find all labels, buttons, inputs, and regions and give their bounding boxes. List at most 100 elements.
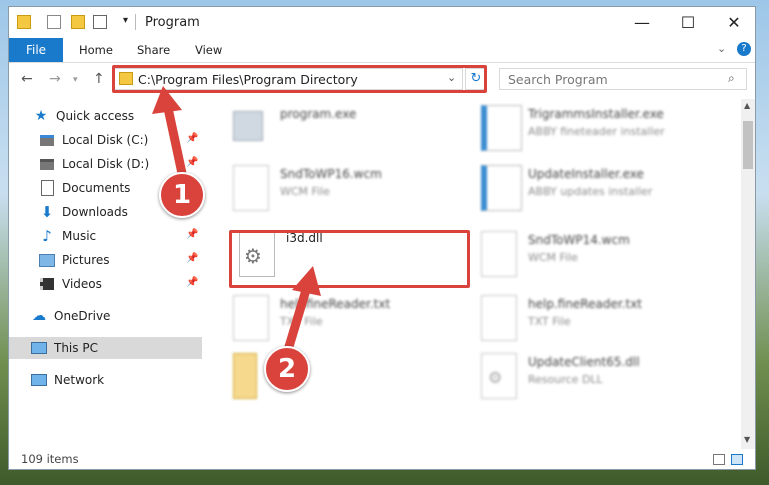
large-icons-view-icon[interactable] <box>731 454 743 465</box>
pin-icon: 📌 <box>186 229 199 240</box>
file-type: TXT File <box>528 315 571 328</box>
view-options-icon[interactable] <box>93 15 107 29</box>
search-input[interactable]: Search Program <box>508 72 608 87</box>
sidebar-item-network[interactable]: Network <box>9 369 202 391</box>
music-icon: ♪ <box>42 227 52 245</box>
tab-share[interactable]: Share <box>137 43 170 57</box>
installer-icon <box>481 105 522 151</box>
sidebar-item-onedrive[interactable]: ☁ OneDrive <box>9 305 202 327</box>
vertical-scrollbar[interactable]: ▲ ▼ <box>741 99 755 449</box>
file-type: Resource DLL <box>528 373 603 386</box>
window-title: Program <box>145 15 200 30</box>
tab-home[interactable]: Home <box>79 43 113 57</box>
network-icon <box>31 372 47 388</box>
star-icon: ★ <box>34 108 48 124</box>
close-button[interactable]: ✕ <box>711 7 755 38</box>
tab-view[interactable]: View <box>195 43 222 57</box>
sidebar-item-label: This PC <box>54 341 98 355</box>
sidebar-item-pictures[interactable]: Pictures 📌 <box>9 249 202 271</box>
file-name: helpfineReader.txt <box>280 297 391 311</box>
exe-icon <box>233 111 263 141</box>
onedrive-icon: ☁ <box>32 308 46 324</box>
file-type: TXT File <box>280 315 323 328</box>
sidebar-item-local-disk-c[interactable]: Local Disk (C:) 📌 <box>9 129 202 151</box>
sidebar-item-this-pc[interactable]: This PC <box>9 337 202 359</box>
file-type: WCM File <box>280 185 330 198</box>
file-name: SndToWP16.wcm <box>280 167 382 181</box>
file-item-sndtowp14[interactable]: SndToWP14.wcm WCM File <box>473 229 713 285</box>
sidebar-item-local-disk-d[interactable]: Local Disk (D:) 📌 <box>9 153 202 175</box>
new-folder-icon[interactable] <box>71 15 85 29</box>
file-item-folder[interactable] <box>225 351 465 407</box>
scroll-down-icon[interactable]: ▼ <box>744 435 750 444</box>
sidebar-item-label: Local Disk (C:) <box>62 133 149 147</box>
file-item-update-installer[interactable]: UpdateInstaller.exe ABBY updates install… <box>473 163 713 219</box>
recent-locations-icon[interactable]: ▾ <box>73 75 78 85</box>
minimize-button[interactable]: — <box>619 7 665 38</box>
sidebar-item-label: OneDrive <box>54 309 111 323</box>
sidebar-item-label: Documents <box>62 181 131 195</box>
explorer-window: ▾ Program — ☐ ✕ File Home Share View ⌄ ?… <box>8 6 756 470</box>
pin-icon: 📌 <box>186 157 199 168</box>
pin-icon: 📌 <box>186 277 199 288</box>
sidebar-item-label: Downloads <box>62 205 128 219</box>
search-icon[interactable]: ⌕ <box>728 71 735 86</box>
help-icon[interactable]: ? <box>737 42 751 56</box>
scroll-up-icon[interactable]: ▲ <box>744 101 750 110</box>
sidebar-item-label: Quick access <box>56 109 135 123</box>
tab-file[interactable]: File <box>9 38 63 62</box>
sidebar-item-label: Pictures <box>62 253 110 267</box>
file-highlight-box <box>229 230 470 288</box>
sidebar-item-music[interactable]: ♪ Music 📌 <box>9 225 202 247</box>
sidebar-item-label: Network <box>54 373 105 387</box>
file-item-program-exe[interactable]: program.exe <box>225 103 465 159</box>
downloads-icon: ⬇ <box>40 203 54 221</box>
close-icon: ✕ <box>727 13 741 32</box>
up-icon[interactable]: ↑ <box>93 71 105 87</box>
installer-icon <box>481 165 522 211</box>
minimize-icon: — <box>634 13 650 32</box>
address-row: ← → ▾ ↑ C:\Program Files\Program Directo… <box>9 63 755 95</box>
status-bar: 109 items <box>9 449 755 469</box>
pin-icon: 📌 <box>186 253 199 264</box>
maximize-button[interactable]: ☐ <box>665 7 711 38</box>
folder-icon <box>17 15 31 29</box>
file-item-help-finereader[interactable]: help.fineReader.txt TXT File <box>473 293 713 349</box>
sidebar-item-label: Videos <box>62 277 102 291</box>
file-name: program.exe <box>280 107 357 121</box>
drive-icon <box>39 156 55 172</box>
file-name: UpdateClient65.dll <box>528 355 640 369</box>
file-item-sndtowp16[interactable]: SndToWP16.wcm WCM File <box>225 163 465 219</box>
file-name: help.fineReader.txt <box>528 297 642 311</box>
sidebar-item-videos[interactable]: Videos 📌 <box>9 273 202 295</box>
scroll-thumb[interactable] <box>743 121 753 169</box>
properties-icon[interactable] <box>47 15 61 29</box>
drive-icon <box>39 132 55 148</box>
expand-ribbon-icon[interactable]: ⌄ <box>717 42 726 55</box>
pin-icon: 📌 <box>186 133 199 144</box>
sidebar-item-quick-access[interactable]: ★ Quick access <box>9 105 202 127</box>
title-separator <box>135 14 136 30</box>
customize-qat-icon[interactable]: ▾ <box>123 15 128 26</box>
blank-file-icon <box>481 231 517 277</box>
title-bar: ▾ Program — ☐ ✕ <box>9 7 755 38</box>
file-item-helpfinereader[interactable]: helpfineReader.txt TXT File <box>225 293 465 349</box>
details-view-icon[interactable] <box>713 454 725 465</box>
step-1-badge: 1 <box>159 172 205 218</box>
documents-icon <box>39 180 55 196</box>
address-highlight-box <box>112 65 487 93</box>
step-2-badge: 2 <box>264 346 310 392</box>
blank-file-icon <box>233 165 269 211</box>
maximize-icon: ☐ <box>680 13 696 32</box>
search-box[interactable]: Search Program ⌕ <box>499 68 747 90</box>
file-name: TrigrammsInstaller.exe <box>528 107 664 121</box>
navigation-pane: ★ Quick access Local Disk (C:) 📌 Local D… <box>9 99 202 449</box>
sidebar-item-label: Music <box>62 229 97 243</box>
back-icon[interactable]: ← <box>21 71 33 87</box>
file-item-updateclient65[interactable]: ⚙ UpdateClient65.dll Resource DLL <box>473 351 713 407</box>
forward-icon[interactable]: → <box>49 71 61 87</box>
file-item-trigramms-installer[interactable]: TrigrammsInstaller.exe ABBY fineteader i… <box>473 103 713 159</box>
blank-file-icon <box>481 295 517 341</box>
blank-file-icon <box>233 295 269 341</box>
ribbon: File Home Share View ⌄ ? <box>9 38 755 63</box>
